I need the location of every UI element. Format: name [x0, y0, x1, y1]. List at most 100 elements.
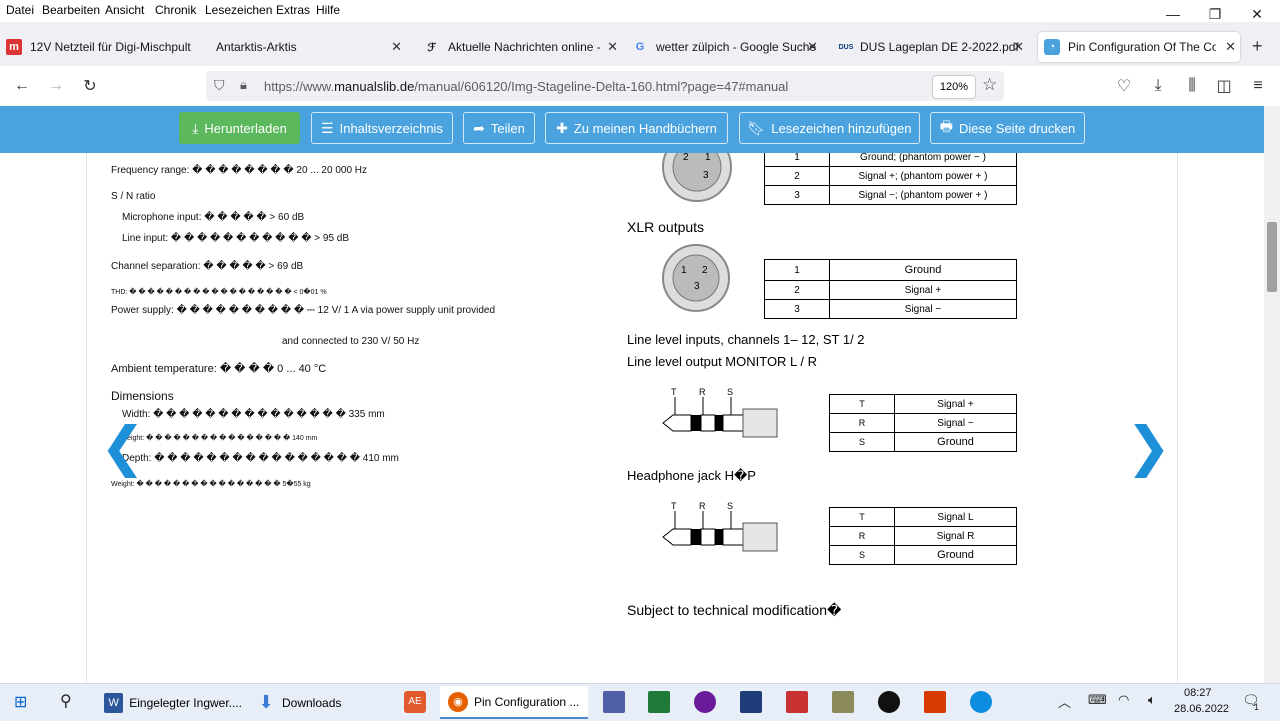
spec-sn-ratio: S / N ratio [111, 191, 156, 202]
next-page-arrow-icon[interactable]: ❯ [1126, 415, 1171, 478]
downloads-icon[interactable]: ⤓ [1146, 74, 1170, 98]
close-icon[interactable]: ✕ [807, 39, 818, 55]
shield-icon[interactable]: ⛉ [214, 77, 225, 94]
trs-label: R [699, 387, 706, 397]
table-row: R Signal − [829, 413, 1017, 433]
spec-thd: THD: � � � � � � � � � � � � � � � � � �… [111, 289, 327, 296]
filezilla-icon[interactable] [924, 691, 946, 713]
taskbar-item-downloads[interactable]: ⬇ Downloads [248, 686, 394, 719]
excel-icon[interactable] [648, 691, 670, 713]
chevron-up-icon[interactable]: ︿ [1058, 692, 1071, 711]
app-icon[interactable] [878, 691, 900, 713]
add-to-manuals-button[interactable]: ✚ Zu meinen Handbüchern [545, 112, 728, 144]
trs-plug-headphone: T R S [662, 501, 778, 552]
download-icon: ⤓ [192, 119, 199, 136]
download-button[interactable]: ⤓ Herunterladen [179, 112, 300, 144]
trs-label: T [671, 501, 677, 511]
spec-dimensions: Dimensions [111, 389, 174, 403]
xlr-out-pin-label: 3 [694, 281, 700, 292]
close-icon[interactable]: ✕ [391, 39, 402, 55]
menu-datei[interactable]: Datei [6, 3, 34, 17]
word-icon: W [104, 692, 124, 713]
forward-arrow-icon[interactable]: → [44, 74, 68, 98]
trs-label: S [727, 501, 733, 511]
bookmark-star-icon[interactable]: ☆ [982, 75, 997, 95]
lock-icon[interactable]: 🔒︎ [240, 77, 247, 93]
sidebar-icon[interactable]: ◫ [1212, 74, 1236, 98]
volume-icon[interactable]: 🔈︎ [1148, 692, 1156, 708]
manual-page: Frequency range: � � � � � � � � 20 ... … [86, 153, 1178, 683]
taskbar-item-firefox[interactable]: ◉ Pin Configuration ... [440, 686, 588, 719]
manual-viewer: Frequency range: � � � � � � � � 20 ... … [0, 153, 1264, 683]
minimize-button[interactable]: — [1150, 0, 1196, 28]
line-output-pin-table: T Signal + R Signal − S Ground [829, 394, 1017, 452]
pocket-icon[interactable]: ♡ [1112, 74, 1136, 98]
table-of-contents-button[interactable]: ☰ Inhaltsverzeichnis [311, 112, 453, 144]
edge-icon[interactable] [970, 691, 992, 713]
app-icon[interactable] [603, 691, 625, 713]
clock-time[interactable]: 08:27 [1184, 687, 1212, 699]
spec-power-cont: and connected to 230 V/ 50 Hz [282, 336, 420, 347]
close-icon[interactable]: ✕ [1225, 39, 1236, 55]
new-tab-button[interactable]: + [1252, 36, 1263, 57]
tab-dus-pdf[interactable]: DUS DUS Lageplan DE 2-2022.pdf ✕ [836, 32, 1028, 62]
url-text[interactable]: https://www.manualslib.de/manual/606120/… [264, 79, 788, 94]
tab-manualslib-active[interactable]: ◔ Pin Configuration Of The Conn ✕ [1038, 32, 1240, 62]
tab-google[interactable]: G wetter zülpich - Google Suche ✕ [632, 32, 822, 62]
app-icon[interactable] [786, 691, 808, 713]
xlr-out-pin-label: 1 [681, 265, 687, 276]
taskbar-item-word[interactable]: W Eingelegter Ingwer.... [96, 686, 242, 719]
printer-icon: 🖶 [939, 118, 953, 134]
menu-lesezeichen[interactable]: Lesezeichen [205, 3, 272, 17]
close-window-button[interactable]: ✕ [1234, 0, 1280, 28]
trs-label: R [699, 501, 706, 511]
reload-icon[interactable]: ↻ [78, 74, 102, 98]
close-icon[interactable]: ✕ [607, 39, 618, 55]
search-icon[interactable]: ⚲ [60, 691, 72, 711]
tab-antarktis[interactable]: Antarktis-Arktis ✕ [216, 32, 406, 62]
notification-count: 1 [1254, 702, 1260, 712]
menu-extras[interactable]: Extras [276, 3, 310, 17]
tab-label: Aktuelle Nachrichten online - F [448, 40, 602, 54]
table-row: S Ground [829, 545, 1017, 565]
navigation-bar: ← → ↻ ⛉ 🔒︎ https://www.manualslib.de/man… [0, 66, 1280, 107]
windows-start-icon[interactable]: ⊞ [14, 692, 27, 712]
line-level-output-heading: Line level output MONITOR L / R [627, 354, 818, 369]
wifi-icon[interactable]: ◠ [1118, 692, 1129, 708]
add-bookmark-button[interactable]: 🔖︎ Lesezeichen hinzufügen [739, 112, 920, 144]
app-icon[interactable] [740, 691, 762, 713]
close-icon[interactable]: ✕ [1013, 39, 1024, 55]
menu-ansicht[interactable]: Ansicht [105, 3, 144, 17]
previous-page-arrow-icon[interactable]: ❮ [100, 415, 145, 478]
table-row: 2 Signal +; (phantom power + ) [764, 166, 1017, 186]
firefox-icon: ◉ [448, 691, 468, 712]
keyboard-icon[interactable]: ⌨ [1088, 692, 1107, 708]
print-page-button[interactable]: 🖶 Diese Seite drucken [930, 112, 1085, 144]
back-arrow-icon[interactable]: ← [10, 74, 34, 98]
tab-netzteil[interactable]: m 12V Netzteil für Digi-Mischpult [6, 32, 206, 62]
xlr-output-connector: 1 2 3 [662, 244, 730, 312]
library-icon[interactable]: ⫼ [1180, 74, 1204, 98]
url-bar[interactable]: ⛉ 🔒︎ https://www.manualslib.de/manual/60… [206, 71, 1004, 101]
scrollbar-thumb[interactable] [1267, 222, 1277, 292]
app-icon[interactable] [832, 691, 854, 713]
table-row: T Signal + [829, 394, 1017, 414]
zoom-level-badge[interactable]: 120% [932, 75, 976, 99]
hamburger-menu-icon[interactable]: ≡ [1246, 74, 1270, 98]
tab-nachrichten[interactable]: ℱ Aktuelle Nachrichten online - F ✕ [424, 32, 622, 62]
menu-bearbeiten[interactable]: Bearbeiten [42, 3, 100, 17]
menu-hilfe[interactable]: Hilfe [316, 3, 340, 17]
dus-icon: DUS [838, 43, 854, 51]
app-icon[interactable]: AE [404, 691, 426, 713]
vertical-scrollbar[interactable] [1264, 106, 1280, 684]
share-button[interactable]: ➦ Teilen [463, 112, 535, 144]
headphone-pin-table: T Signal L R Signal R S Ground [829, 507, 1017, 565]
restore-button[interactable]: ❐ [1192, 0, 1238, 28]
app-icon[interactable] [694, 691, 716, 713]
trs-label: T [671, 387, 677, 397]
manualslib-icon: ◔ [1044, 39, 1060, 55]
menu-chronik[interactable]: Chronik [155, 3, 196, 17]
clock-date[interactable]: 28.06.2022 [1174, 703, 1229, 715]
spec-width: Width: � � � � � � � � � � � � � � � 335… [122, 409, 385, 420]
xlr-in-pin-label: 2 [683, 153, 689, 163]
